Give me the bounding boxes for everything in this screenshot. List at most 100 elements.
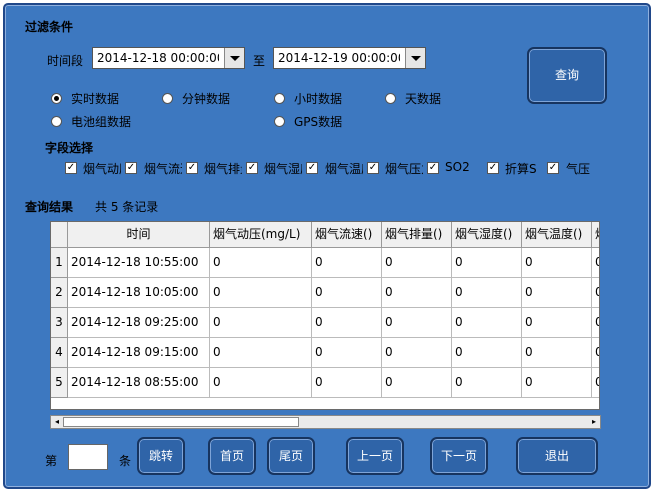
scroll-right-icon[interactable]: ▸ [589, 417, 599, 427]
table-cell[interactable]: 0 [210, 338, 312, 368]
radio-indicator[interactable] [274, 116, 285, 127]
radio-indicator[interactable] [51, 116, 62, 127]
check-icon[interactable]: ✓ [186, 162, 198, 174]
end-time-picker[interactable]: 2014-12-19 00:00:00 [273, 47, 426, 69]
table-cell[interactable]: 2014-12-18 09:15:00 [68, 338, 210, 368]
check-icon[interactable]: ✓ [246, 162, 258, 174]
table-cell[interactable]: 0 [592, 338, 599, 368]
query-button[interactable]: 查询 [527, 47, 607, 104]
column-header[interactable]: 烟气流速() [312, 222, 382, 248]
radio-label: 小时数据 [294, 92, 343, 106]
table-cell[interactable]: 0 [382, 248, 452, 278]
radio-indicator[interactable] [385, 93, 396, 104]
results-title: 查询结果 [25, 200, 74, 214]
table-cell[interactable]: 0 [452, 338, 522, 368]
table-cell[interactable]: 0 [522, 278, 592, 308]
field-label: 烟气湿度 [264, 162, 302, 176]
record-count: 共 5 条记录 [95, 200, 159, 214]
radio-indicator[interactable] [162, 93, 173, 104]
radio-label: 实时数据 [71, 92, 120, 106]
results-table[interactable]: 时间 烟气动压(mg/L) 烟气流速() 烟气排量() 烟气湿度() 烟气温度(… [50, 221, 600, 410]
table-cell[interactable]: 0 [592, 308, 599, 338]
table-cell[interactable]: 0 [522, 338, 592, 368]
radio-label: 电池组数据 [71, 115, 132, 129]
field-label: 气压 [566, 162, 591, 176]
table-cell[interactable]: 0 [382, 338, 452, 368]
table-cell[interactable]: 0 [210, 278, 312, 308]
row-number[interactable]: 4 [51, 338, 68, 368]
table-cell[interactable]: 0 [210, 248, 312, 278]
table-cell[interactable]: 0 [522, 308, 592, 338]
table-cell[interactable]: 0 [522, 248, 592, 278]
row-number[interactable]: 5 [51, 368, 68, 398]
check-icon[interactable]: ✓ [306, 162, 318, 174]
next-page-button[interactable]: 下一页 [430, 437, 488, 475]
check-icon[interactable]: ✓ [487, 162, 499, 174]
chevron-down-icon[interactable] [224, 48, 244, 68]
radio-label: GPS数据 [294, 115, 343, 129]
table-cell[interactable]: 0 [452, 278, 522, 308]
table-cell[interactable]: 2014-12-18 09:25:00 [68, 308, 210, 338]
exit-button[interactable]: 退出 [516, 437, 598, 475]
table-cell[interactable]: 0 [312, 248, 382, 278]
table-cell[interactable]: 0 [312, 278, 382, 308]
horizontal-scrollbar[interactable]: ◂ ▸ [50, 415, 601, 429]
row-number[interactable]: 3 [51, 308, 68, 338]
table-cell[interactable]: 2014-12-18 10:55:00 [68, 248, 210, 278]
radio-indicator[interactable] [51, 93, 62, 104]
column-header[interactable]: 烟气温度() [522, 222, 592, 248]
table-cell[interactable]: 0 [312, 368, 382, 398]
table-cell[interactable]: 0 [312, 338, 382, 368]
field-label: 烟气流速 [144, 162, 182, 176]
page-number-input[interactable] [68, 444, 108, 470]
table-cell[interactable]: 0 [592, 278, 599, 308]
column-header[interactable]: 烟 [592, 222, 599, 248]
column-header[interactable]: 烟气排量() [382, 222, 452, 248]
table-cell[interactable]: 0 [592, 368, 599, 398]
check-icon[interactable]: ✓ [65, 162, 77, 174]
page-prefix: 第 [45, 454, 58, 468]
row-number[interactable]: 1 [51, 248, 68, 278]
table-cell[interactable]: 2014-12-18 10:05:00 [68, 278, 210, 308]
column-header[interactable]: 烟气湿度() [452, 222, 522, 248]
table-cell[interactable]: 0 [210, 368, 312, 398]
jump-button[interactable]: 跳转 [137, 437, 185, 475]
first-page-button[interactable]: 首页 [208, 437, 256, 475]
table-cell[interactable]: 0 [210, 308, 312, 338]
table-cell[interactable]: 0 [382, 308, 452, 338]
row-number[interactable]: 2 [51, 278, 68, 308]
field-label: 烟气动压 [83, 162, 121, 176]
fields-title: 字段选择 [45, 141, 94, 155]
chevron-down-icon[interactable] [405, 48, 425, 68]
table-cell[interactable]: 0 [592, 248, 599, 278]
prev-page-button[interactable]: 上一页 [346, 437, 404, 475]
table-cell[interactable]: 0 [452, 248, 522, 278]
start-time-value: 2014-12-18 00:00:00 [97, 51, 219, 65]
dialog-panel: 过滤条件 时间段 2014-12-18 00:00:00 至 2014-12-1… [3, 3, 651, 489]
start-time-picker[interactable]: 2014-12-18 00:00:00 [92, 47, 245, 69]
column-header[interactable]: 时间 [68, 222, 210, 248]
table-cell[interactable]: 0 [452, 308, 522, 338]
filter-title: 过滤条件 [25, 20, 74, 34]
check-icon[interactable]: ✓ [427, 162, 439, 174]
check-icon[interactable]: ✓ [367, 162, 379, 174]
table-cell[interactable]: 2014-12-18 08:55:00 [68, 368, 210, 398]
scroll-left-icon[interactable]: ◂ [52, 417, 62, 427]
last-page-button[interactable]: 尾页 [267, 437, 315, 475]
field-label: 折算SO2 [505, 162, 537, 176]
end-time-value: 2014-12-19 00:00:00 [278, 51, 400, 65]
scroll-thumb[interactable] [63, 417, 299, 427]
check-icon[interactable]: ✓ [547, 162, 559, 174]
table-cell[interactable]: 0 [312, 308, 382, 338]
table-cell[interactable]: 0 [382, 278, 452, 308]
check-icon[interactable]: ✓ [125, 162, 137, 174]
field-label: 烟气温度 [325, 162, 363, 176]
radio-indicator[interactable] [274, 93, 285, 104]
table-cell[interactable]: 0 [452, 368, 522, 398]
radio-label: 分钟数据 [182, 92, 231, 106]
table-cell[interactable]: 0 [522, 368, 592, 398]
table-cell[interactable]: 0 [382, 368, 452, 398]
field-label: SO2 [445, 160, 470, 174]
column-header[interactable]: 烟气动压(mg/L) [210, 222, 312, 248]
page-suffix: 条 [119, 454, 132, 468]
